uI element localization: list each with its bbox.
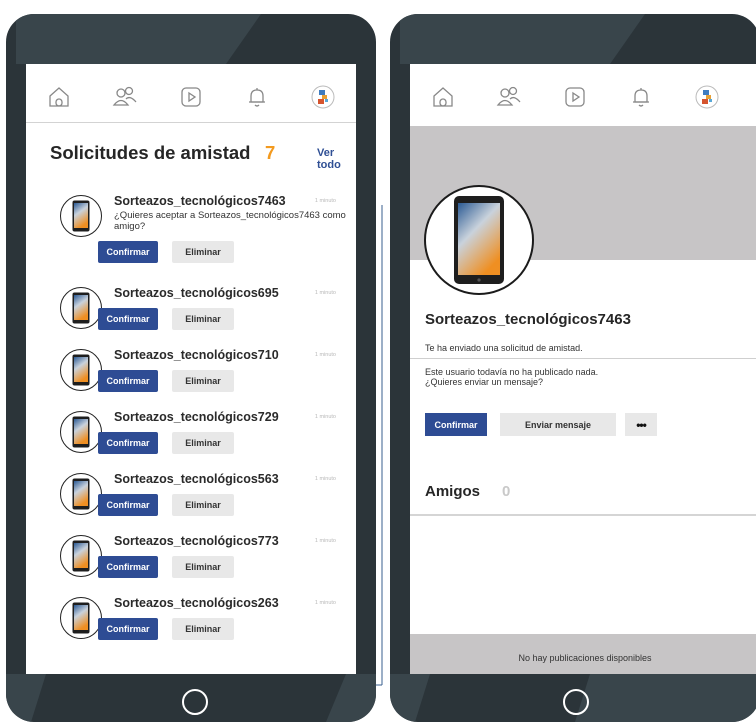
right-phone: Sorteazos_tecnológicos7463 Te ha enviado… [390, 14, 756, 722]
phone-image-icon [72, 602, 90, 634]
no-posts-text: No hay publicaciones disponibles [518, 652, 652, 663]
delete-button[interactable]: Eliminar [172, 308, 234, 330]
nav-bar [26, 64, 356, 130]
delete-button[interactable]: Eliminar [172, 432, 234, 454]
bell-icon[interactable] [242, 82, 272, 112]
left-screen: Solicitudes de amistad 7 Ver todo Sortea… [26, 64, 356, 674]
friends-icon[interactable] [494, 82, 524, 112]
request-time: 1 minuto [314, 290, 336, 296]
request-username[interactable]: Sorteazos_tecnológicos710 [114, 348, 279, 362]
profile-avatar[interactable] [424, 185, 534, 295]
info-text: Este usuario todavía no ha publicado nad… [425, 367, 598, 387]
nav-bar [410, 64, 740, 130]
info-line-1: Este usuario todavía no ha publicado nad… [425, 367, 599, 377]
delete-button[interactable]: Eliminar [172, 556, 234, 578]
friends-icon[interactable] [110, 82, 140, 112]
request-avatar[interactable] [60, 349, 102, 391]
confirm-button[interactable]: Confirmar [98, 432, 158, 454]
send-message-button[interactable]: Enviar mensaje [500, 413, 616, 436]
request-time: 1 minuto [314, 538, 336, 544]
phone-image-icon [72, 200, 90, 232]
info-line-2: ¿Quieres enviar un mensaje? [425, 377, 544, 387]
friends-divider [410, 514, 756, 516]
phone-image-icon [454, 196, 504, 284]
confirm-button[interactable]: Confirmar [98, 556, 158, 578]
see-all-link[interactable]: Ver todo [317, 147, 356, 171]
request-avatar[interactable] [60, 535, 102, 577]
phone-image-icon [72, 354, 90, 386]
profile-icon[interactable] [692, 82, 722, 112]
home-icon[interactable] [428, 82, 458, 112]
confirm-button[interactable]: Confirmar [98, 241, 158, 263]
requests-title: Solicitudes de amistad [50, 142, 251, 163]
request-question: ¿Quieres aceptar a Sorteazos_tecnológico… [114, 210, 346, 232]
left-phone: Solicitudes de amistad 7 Ver todo Sortea… [6, 14, 376, 722]
friends-title: Amigos [425, 483, 481, 500]
request-sent-text: Te ha enviado una solicitud de amistad. [425, 343, 583, 353]
home-button[interactable] [563, 689, 589, 715]
phone-image-icon [72, 478, 90, 510]
request-username[interactable]: Sorteazos_tecnológicos729 [114, 410, 279, 424]
request-username[interactable]: Sorteazos_tecnológicos563 [114, 472, 279, 486]
divider [410, 358, 756, 359]
delete-button[interactable]: Eliminar [172, 618, 234, 640]
delete-button[interactable]: Eliminar [172, 494, 234, 516]
confirm-button[interactable]: Confirmar [98, 618, 158, 640]
bell-icon[interactable] [626, 82, 656, 112]
confirm-button[interactable]: Confirmar [98, 308, 158, 330]
delete-button[interactable]: Eliminar [172, 370, 234, 392]
request-username[interactable]: Sorteazos_tecnológicos7463 [114, 194, 286, 208]
phone-image-icon [72, 292, 90, 324]
no-posts-banner: No hay publicaciones disponibles [410, 634, 756, 674]
confirm-button[interactable]: Confirmar [98, 370, 158, 392]
video-icon[interactable] [560, 82, 590, 112]
home-button[interactable] [182, 689, 208, 715]
request-username[interactable]: Sorteazos_tecnológicos695 [114, 286, 279, 300]
request-avatar[interactable] [60, 195, 102, 237]
right-screen: Sorteazos_tecnológicos7463 Te ha enviado… [410, 64, 756, 674]
request-username[interactable]: Sorteazos_tecnológicos263 [114, 596, 279, 610]
delete-button[interactable]: Eliminar [172, 241, 234, 263]
friends-count: 0 [502, 483, 511, 500]
requests-count: 7 [265, 142, 276, 163]
request-avatar[interactable] [60, 473, 102, 515]
confirm-button[interactable]: Confirmar [98, 494, 158, 516]
phone-image-icon [72, 540, 90, 572]
request-avatar[interactable] [60, 411, 102, 453]
profile-icon[interactable] [308, 82, 338, 112]
profile-name: Sorteazos_tecnológicos7463 [425, 311, 631, 328]
confirm-button[interactable]: Confirmar [425, 413, 487, 436]
request-time: 1 minuto [314, 476, 336, 482]
request-time: 1 minuto [314, 414, 336, 420]
request-username[interactable]: Sorteazos_tecnológicos773 [114, 534, 279, 548]
video-icon[interactable] [176, 82, 206, 112]
request-time: 1 minuto [314, 352, 336, 358]
request-avatar[interactable] [60, 287, 102, 329]
home-icon[interactable] [44, 82, 74, 112]
more-options-button[interactable]: ••• [625, 413, 657, 436]
request-avatar[interactable] [60, 597, 102, 639]
phone-image-icon [72, 416, 90, 448]
request-time: 1 minuto [314, 600, 336, 606]
nav-divider [26, 122, 356, 123]
request-time: 1 minuto [314, 198, 336, 204]
